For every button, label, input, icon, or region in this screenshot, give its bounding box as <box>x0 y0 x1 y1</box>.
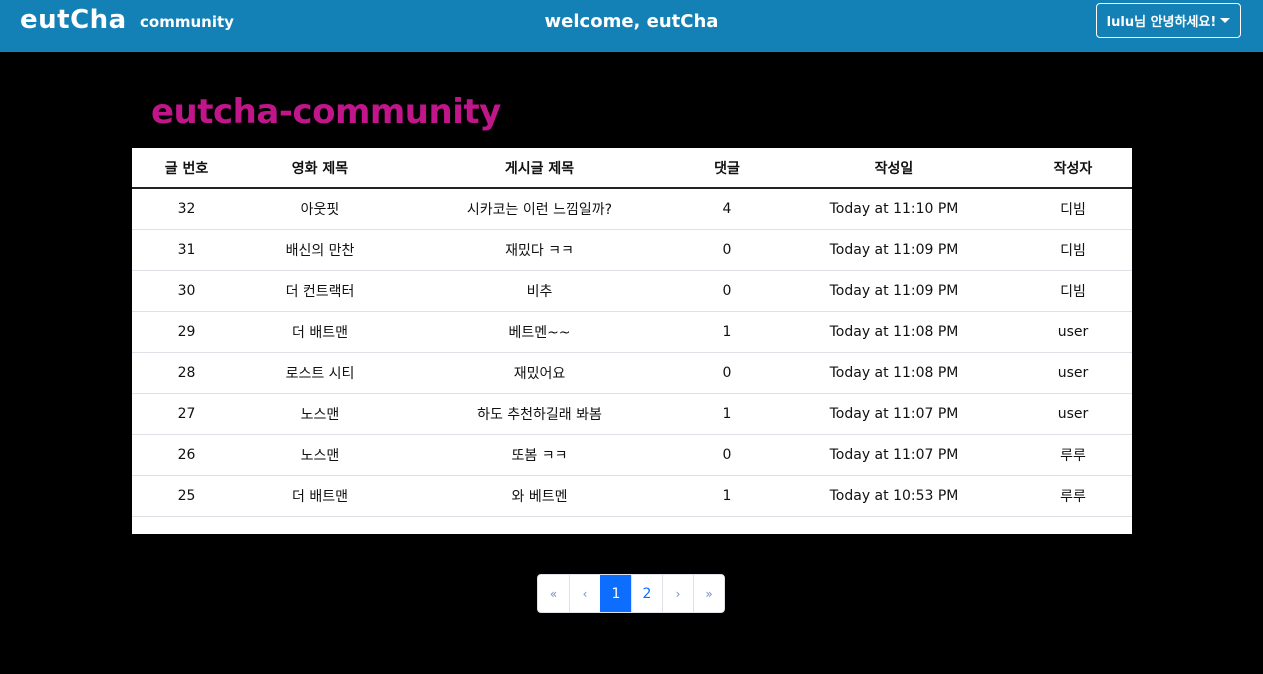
cell-created-at: Today at 11:07 PM <box>774 434 1014 476</box>
cell-author: user <box>1014 311 1132 353</box>
cell-comment-count: 1 <box>680 393 774 435</box>
header-author: 작성자 <box>1014 148 1132 189</box>
cell-post-title: 또봄 ㅋㅋ <box>399 434 680 476</box>
header-created-at: 작성일 <box>774 148 1014 189</box>
cell-created-at: Today at 11:09 PM <box>774 270 1014 312</box>
user-menu-label: lulu님 안녕하세요! <box>1106 15 1217 30</box>
cell-post-number: 25 <box>132 475 241 517</box>
cell-movie-title: 배신의 만찬 <box>241 229 399 271</box>
cell-author: 디빔 <box>1014 270 1132 312</box>
posts-table: 글 번호 영화 제목 게시글 제목 댓글 작성일 작성자 32 아웃핏 시카코는 이… <box>132 148 1132 517</box>
cell-movie-title: 더 배트맨 <box>241 311 399 353</box>
header-movie-title: 영화 제목 <box>241 148 399 189</box>
next-page-button[interactable]: › <box>662 575 693 612</box>
cell-comment-count: 4 <box>680 188 774 230</box>
cell-post-number: 26 <box>132 434 241 476</box>
cell-movie-title: 아웃핏 <box>241 188 399 230</box>
cell-created-at: Today at 11:09 PM <box>774 229 1014 271</box>
cell-author: 디빔 <box>1014 229 1132 271</box>
cell-post-number: 30 <box>132 270 241 312</box>
table-body: 32 아웃핏 시카코는 이런 느낌일까? 4 Today at 11:10 PM 디빔 31… <box>132 188 1132 517</box>
cell-post-title: 하도 추천하길래 봐봄 <box>399 393 680 435</box>
cell-created-at: Today at 11:07 PM <box>774 393 1014 435</box>
page-title: eutcha-community <box>151 92 501 132</box>
table-row[interactable]: 25 더 배트맨 와 베트멘 1 Today at 10:53 PM 루루 <box>132 475 1132 517</box>
cell-movie-title: 노스맨 <box>241 393 399 435</box>
cell-post-title: 재밌다 ㅋㅋ <box>399 229 680 271</box>
table-header-row: 글 번호 영화 제목 게시글 제목 댓글 작성일 작성자 <box>132 148 1132 189</box>
cell-author: user <box>1014 393 1132 435</box>
cell-movie-title: 더 배트맨 <box>241 475 399 517</box>
cell-post-number: 29 <box>132 311 241 353</box>
posts-table-card: 글 번호 영화 제목 게시글 제목 댓글 작성일 작성자 32 아웃핏 시카코는 이… <box>132 148 1132 534</box>
cell-created-at: Today at 11:10 PM <box>774 188 1014 230</box>
cell-post-number: 32 <box>132 188 241 230</box>
cell-author: 디빔 <box>1014 188 1132 230</box>
welcome-text: welcome, eutCha <box>544 11 719 32</box>
cell-comment-count: 0 <box>680 434 774 476</box>
page-2-button[interactable]: 2 <box>631 575 662 612</box>
cell-comment-count: 1 <box>680 475 774 517</box>
cell-post-title: 와 베트멘 <box>399 475 680 517</box>
cell-comment-count: 0 <box>680 352 774 394</box>
first-page-button[interactable]: « <box>538 575 569 612</box>
cell-movie-title: 로스트 시티 <box>241 352 399 394</box>
cell-created-at: Today at 11:08 PM <box>774 352 1014 394</box>
cell-post-number: 31 <box>132 229 241 271</box>
cell-comment-count: 0 <box>680 270 774 312</box>
cell-post-title: 시카코는 이런 느낌일까? <box>399 188 680 230</box>
cell-comment-count: 0 <box>680 229 774 271</box>
table-row[interactable]: 32 아웃핏 시카코는 이런 느낌일까? 4 Today at 11:10 PM 디빔 <box>132 188 1132 230</box>
table-row[interactable]: 26 노스맨 또봄 ㅋㅋ 0 Today at 11:07 PM 루루 <box>132 434 1132 476</box>
header-comments: 댓글 <box>680 148 774 189</box>
pagination: « ‹ 1 2 › » <box>537 574 725 613</box>
cell-created-at: Today at 10:53 PM <box>774 475 1014 517</box>
cell-post-title: 재밌어요 <box>399 352 680 394</box>
prev-page-button[interactable]: ‹ <box>569 575 600 612</box>
table-row[interactable]: 28 로스트 시티 재밌어요 0 Today at 11:08 PM user <box>132 352 1132 394</box>
cell-post-title: 비추 <box>399 270 680 312</box>
cell-author: 루루 <box>1014 475 1132 517</box>
cell-movie-title: 노스맨 <box>241 434 399 476</box>
top-navbar: eutCha community welcome, eutCha lulu님 안… <box>0 0 1263 52</box>
header-post-number: 글 번호 <box>132 148 241 189</box>
caret-down-icon <box>1220 18 1231 23</box>
cell-post-title: 베트멘~~ <box>399 311 680 353</box>
page-1-button[interactable]: 1 <box>600 575 631 612</box>
table-row[interactable]: 29 더 배트맨 베트멘~~ 1 Today at 11:08 PM user <box>132 311 1132 353</box>
cell-movie-title: 더 컨트랙터 <box>241 270 399 312</box>
last-page-button[interactable]: » <box>693 575 724 612</box>
user-menu-dropdown[interactable]: lulu님 안녕하세요! <box>1096 3 1241 38</box>
table-row[interactable]: 31 배신의 만찬 재밌다 ㅋㅋ 0 Today at 11:09 PM 디빔 <box>132 229 1132 271</box>
header-post-title: 게시글 제목 <box>399 148 680 189</box>
cell-created-at: Today at 11:08 PM <box>774 311 1014 353</box>
table-row[interactable]: 27 노스맨 하도 추천하길래 봐봄 1 Today at 11:07 PM user <box>132 393 1132 435</box>
cell-post-number: 27 <box>132 393 241 435</box>
cell-author: user <box>1014 352 1132 394</box>
table-row[interactable]: 30 더 컨트랙터 비추 0 Today at 11:09 PM 디빔 <box>132 270 1132 312</box>
cell-author: 루루 <box>1014 434 1132 476</box>
cell-comment-count: 1 <box>680 311 774 353</box>
cell-post-number: 28 <box>132 352 241 394</box>
